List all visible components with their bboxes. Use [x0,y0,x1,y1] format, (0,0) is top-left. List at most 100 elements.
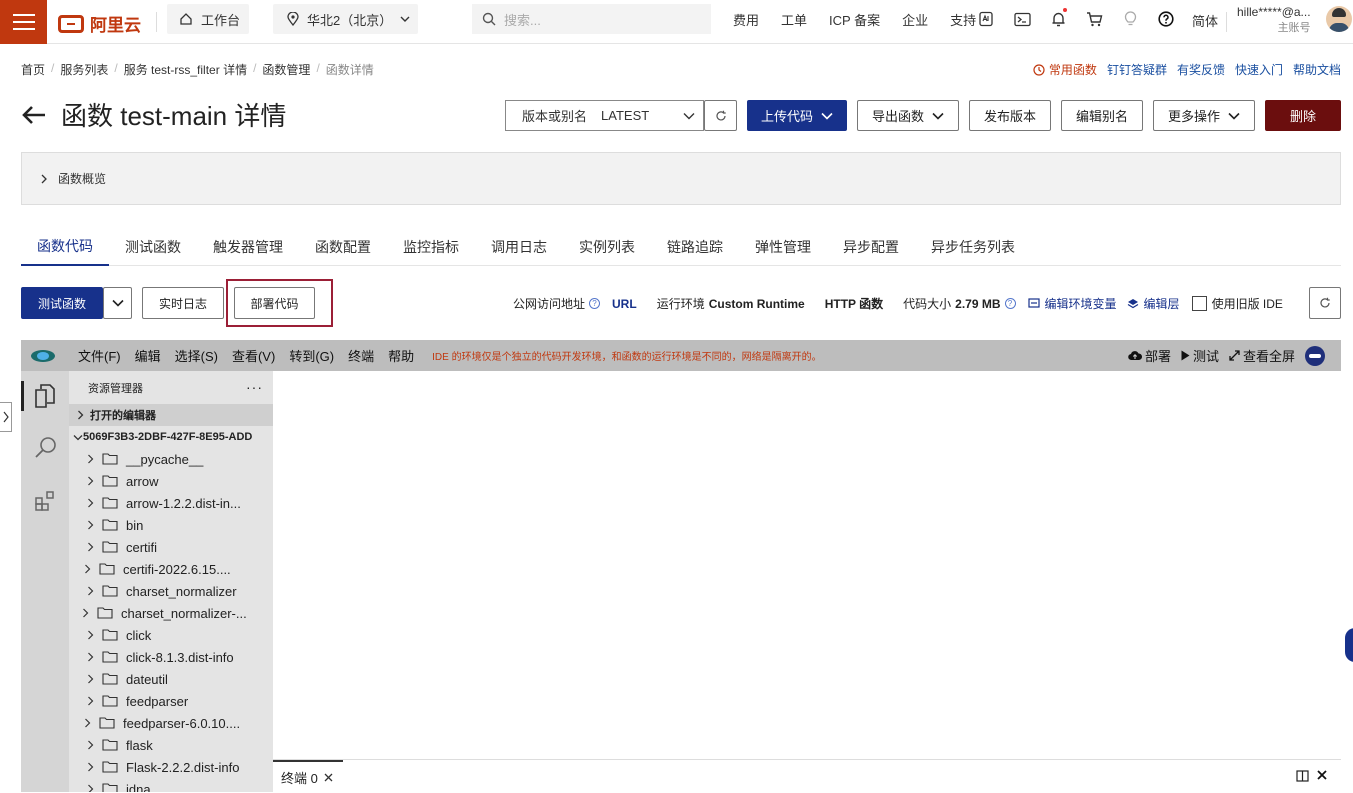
expand-sidebar-handle[interactable] [0,402,12,432]
ide-account-icon[interactable] [1305,345,1325,366]
tab-async-tasks[interactable]: 异步任务列表 [915,228,1031,266]
edit-layer-link[interactable]: 编辑层 [1144,295,1180,312]
more-actions-button[interactable]: 更多操作 [1153,100,1255,131]
nav-tickets[interactable]: 工单 [781,10,807,29]
list-item[interactable]: click [69,624,273,646]
test-options-dropdown[interactable] [103,287,132,319]
list-item[interactable]: arrow [69,470,273,492]
ide-test-button[interactable]: 测试 [1181,346,1219,365]
ide-menu-file[interactable]: 文件(F) [78,346,121,365]
menu-icon[interactable] [0,0,47,44]
breadcrumb-service-detail[interactable]: 服务 test-rss_filter 详情 [124,61,247,78]
tab-instances[interactable]: 实例列表 [563,228,651,266]
ide-fullscreen-button[interactable]: 查看全屏 [1229,346,1295,365]
test-function-button[interactable]: 测试函数 [21,287,103,319]
edit-env-link[interactable]: 编辑环境变量 [1045,295,1117,312]
ide-menu-selection[interactable]: 选择(S) [175,346,218,365]
list-item[interactable]: bin [69,514,273,536]
floating-assistant-button[interactable] [1345,628,1353,662]
upload-code-button[interactable]: 上传代码 [747,100,847,131]
feedback-link[interactable]: 有奖反馈 [1177,61,1225,78]
list-item[interactable]: Flask-2.2.2.dist-info [69,756,273,778]
workbench-button[interactable]: 工作台 [167,4,249,34]
list-item[interactable]: flask [69,734,273,756]
language-switch[interactable]: 简体 [1192,11,1218,30]
help-icon[interactable]: ? [589,298,601,309]
tab-terminal[interactable]: 终端 0 [273,760,343,793]
split-panel-icon[interactable] [1296,770,1309,782]
workspace-section[interactable]: 5069F3B3-2DBF-427F-8E95-ADD [69,426,273,448]
nav-billing[interactable]: 费用 [733,10,759,29]
tab-test[interactable]: 测试函数 [109,228,197,266]
ide-menu-goto[interactable]: 转到(G) [289,346,334,365]
ide-menu-help[interactable]: 帮助 [388,346,414,365]
tab-async-config[interactable]: 异步配置 [827,228,915,266]
close-icon[interactable] [324,773,333,782]
tab-code[interactable]: 函数代码 [21,228,109,266]
ide-menu-view[interactable]: 查看(V) [232,346,275,365]
breadcrumb-functions[interactable]: 函数管理 [262,61,310,78]
cart-icon[interactable] [1083,8,1105,30]
tab-metrics[interactable]: 监控指标 [387,228,475,266]
tab-tracing[interactable]: 链路追踪 [651,228,739,266]
delete-button[interactable]: 删除 [1265,100,1341,131]
publish-version-button[interactable]: 发布版本 [969,100,1051,131]
edit-alias-button[interactable]: 编辑别名 [1061,100,1143,131]
aliyun-logo[interactable]: 阿里云 [58,11,141,36]
help-docs-link[interactable]: 帮助文档 [1293,61,1341,78]
region-select[interactable]: 华北2（北京） [273,4,418,34]
export-function-button[interactable]: 导出函数 [857,100,959,131]
search-icon[interactable] [34,436,58,460]
editor-area[interactable] [273,371,1341,792]
tab-scaling[interactable]: 弹性管理 [739,228,827,266]
open-editors-section[interactable]: 打开的编辑器 [69,404,273,426]
ide-explorer: 资源管理器 ··· 打开的编辑器 5069F3B3-2DBF-427F-8E95… [69,371,273,792]
terminal-icon[interactable] [1011,8,1033,30]
ide-deploy-button[interactable]: 部署 [1128,346,1171,365]
ide-menu-edit[interactable]: 编辑 [135,346,161,365]
nav-icp[interactable]: ICP 备案 [829,10,880,29]
list-item[interactable]: arrow-1.2.2.dist-in... [69,492,273,514]
bell-icon[interactable] [1047,8,1069,30]
close-icon[interactable] [1317,770,1327,780]
list-item[interactable]: charset_normalizer [69,580,273,602]
avatar[interactable] [1326,6,1352,32]
tab-triggers[interactable]: 触发器管理 [197,228,299,266]
legacy-ide-checkbox[interactable] [1191,296,1207,311]
list-item[interactable]: charset_normalizer-... [69,602,273,624]
list-item[interactable]: __pycache__ [69,448,273,470]
help-icon[interactable] [1155,8,1177,30]
function-overview-panel[interactable]: 函数概览 [21,152,1341,205]
list-item[interactable]: feedparser [69,690,273,712]
back-arrow-icon[interactable] [21,104,47,126]
list-item[interactable]: dateutil [69,668,273,690]
files-icon[interactable] [34,383,56,409]
refresh-version-button[interactable] [704,100,737,131]
dingtalk-link[interactable]: 钉钉答疑群 [1107,61,1167,78]
help-icon[interactable]: ? [1004,298,1016,309]
api-icon[interactable] [975,8,997,30]
list-item[interactable]: certifi-2022.6.15.... [69,558,273,580]
realtime-log-button[interactable]: 实时日志 [142,287,224,319]
breadcrumb-home[interactable]: 首页 [21,61,45,78]
favorite-functions-link[interactable]: 常用函数 [1033,61,1097,78]
user-account[interactable]: hille*****@a... 主账号 [1237,4,1311,36]
lightbulb-icon[interactable] [1119,8,1141,30]
extensions-icon[interactable] [34,488,58,512]
version-select[interactable]: 版本或别名 LATEST [505,100,704,131]
url-link[interactable]: URL [612,297,637,311]
ide-menu-terminal[interactable]: 终端 [348,346,374,365]
quickstart-link[interactable]: 快速入门 [1235,61,1283,78]
list-item[interactable]: idna [69,778,273,792]
breadcrumb-services[interactable]: 服务列表 [60,61,108,78]
nav-enterprise[interactable]: 企业 [902,10,928,29]
tab-logs[interactable]: 调用日志 [475,228,563,266]
search-input[interactable]: 搜索... [472,4,711,34]
list-item[interactable]: feedparser-6.0.10.... [69,712,273,734]
list-item[interactable]: certifi [69,536,273,558]
list-item[interactable]: click-8.1.3.dist-info [69,646,273,668]
more-icon[interactable]: ··· [246,379,263,395]
refresh-button[interactable] [1309,287,1341,319]
nav-support[interactable]: 支持 [950,10,976,29]
tab-config[interactable]: 函数配置 [299,228,387,266]
